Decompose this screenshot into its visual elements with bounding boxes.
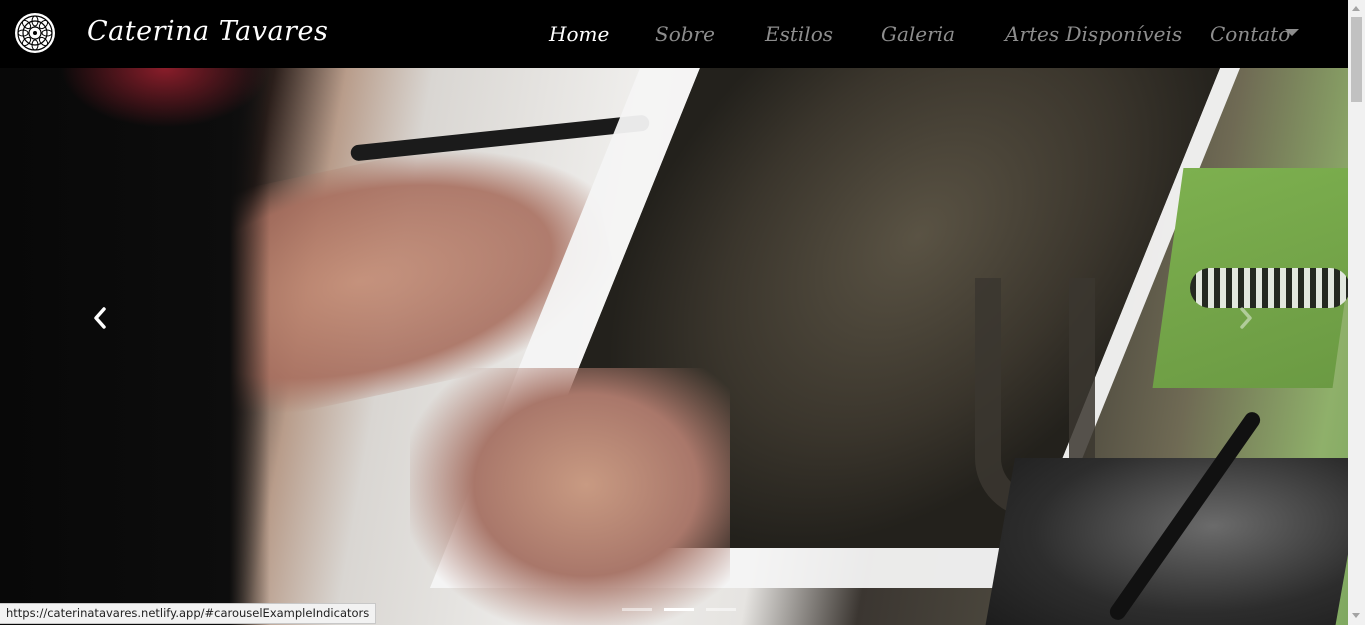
nav-item-artes-disponiveis[interactable]: Artes Disponíveis <box>1005 22 1182 46</box>
hero-image-hair <box>60 68 270 128</box>
scrollbar-thumb[interactable] <box>1351 17 1362 102</box>
nav-item-estilos[interactable]: Estilos <box>765 22 833 46</box>
chevron-right-icon <box>1240 307 1252 329</box>
nav-item-sobre[interactable]: Sobre <box>655 22 715 46</box>
navbar: Caterina Tavares Home Sobre Estilos Gale… <box>0 0 1348 68</box>
carousel-indicators <box>622 608 736 611</box>
hero-image-shadow <box>0 68 270 625</box>
nav-item-contato[interactable]: Contato <box>1210 22 1290 46</box>
scroll-up-arrow-icon[interactable] <box>1352 6 1360 11</box>
hero-carousel <box>0 68 1348 625</box>
brand-name[interactable]: Caterina Tavares <box>87 16 328 47</box>
page-scrollbar[interactable] <box>1348 0 1365 625</box>
scroll-down-arrow-icon[interactable] <box>1352 613 1360 618</box>
chevron-left-icon <box>94 307 106 329</box>
carousel-indicator-1[interactable] <box>622 608 652 611</box>
hero-image-zebra <box>1190 268 1348 308</box>
mandala-logo-icon[interactable] <box>14 12 56 54</box>
status-bar-url: https://caterinatavares.netlify.app/#car… <box>0 603 377 624</box>
nav-item-home[interactable]: Home <box>549 22 609 46</box>
nav-item-galeria[interactable]: Galeria <box>881 22 955 46</box>
dropdown-caret-icon[interactable] <box>1285 29 1299 36</box>
carousel-indicator-2[interactable] <box>664 608 694 611</box>
carousel-prev-button[interactable] <box>80 293 120 343</box>
carousel-indicator-3[interactable] <box>706 608 736 611</box>
hero-image-hand <box>410 368 730 625</box>
carousel-next-button[interactable] <box>1226 293 1266 343</box>
